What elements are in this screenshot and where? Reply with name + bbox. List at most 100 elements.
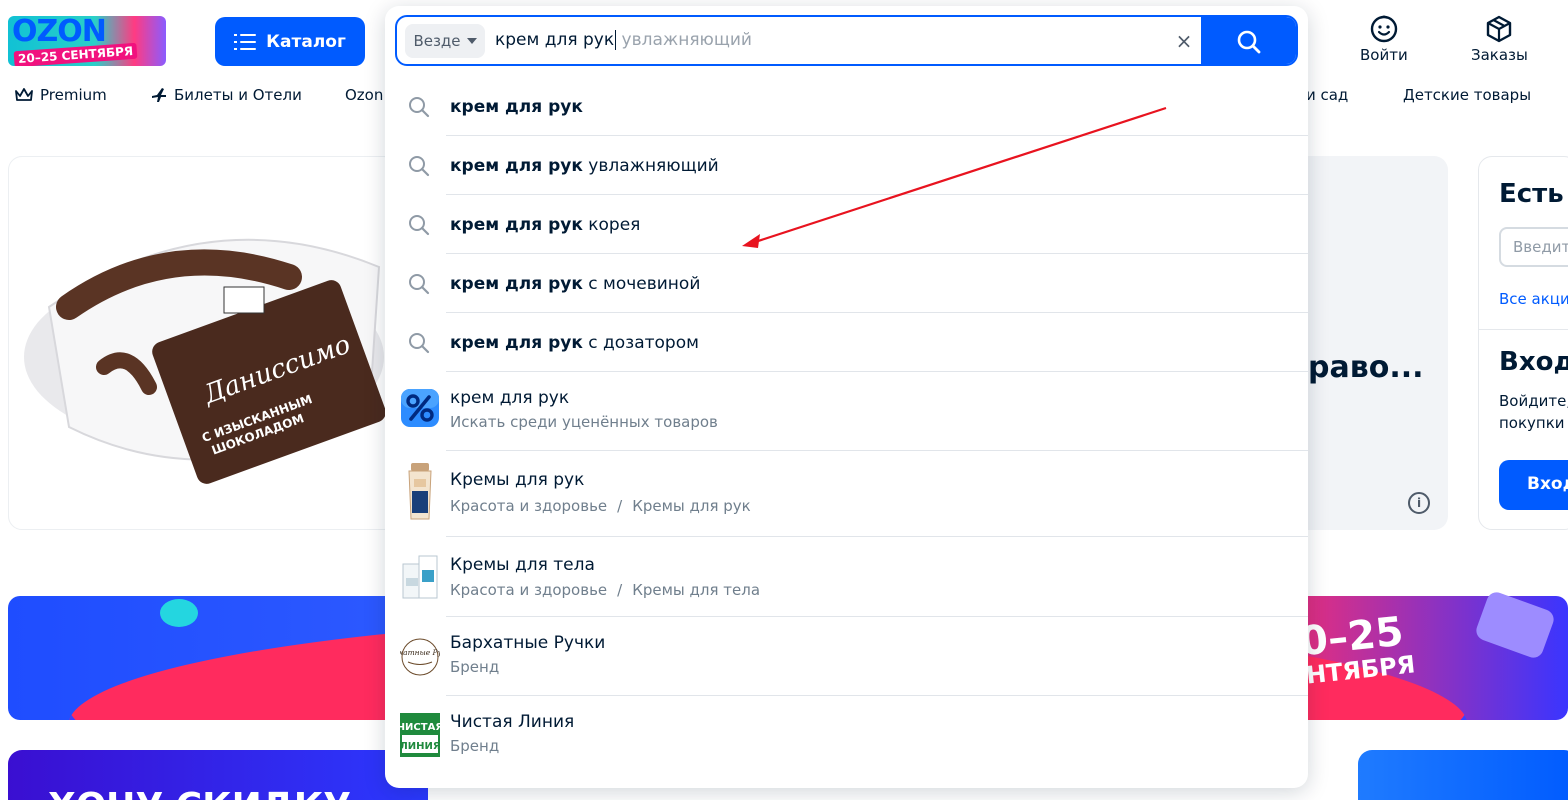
promo-card-want-discount[interactable]: ХОЧУ СКИДКУ bbox=[8, 750, 428, 800]
suggestion-match: крем для рук bbox=[450, 273, 583, 294]
promo-card-text: ХОЧУ СКИДКУ bbox=[48, 786, 351, 800]
breadcrumb-current: Кремы для тела bbox=[632, 581, 761, 599]
all-promos-link[interactable]: Все акци bbox=[1499, 290, 1568, 308]
brand-logo-text-line2: ЛИНИЯ bbox=[400, 741, 440, 752]
suggestion-item[interactable]: крем для рук с дозатором bbox=[385, 313, 1308, 372]
side-panel: Есть Введит Все акци Вход Войдите, покуп… bbox=[1478, 156, 1568, 530]
suggestion-match: крем для рук bbox=[450, 155, 583, 176]
nav-kids[interactable]: Детские товары bbox=[1403, 86, 1531, 104]
banner-pill-shape bbox=[160, 599, 198, 627]
login-label: Войти bbox=[1360, 46, 1408, 64]
brand-logo-text-line1: ЧИСТАЯ bbox=[400, 722, 440, 733]
side-login-button[interactable]: Вход bbox=[1499, 460, 1568, 510]
login-panel-text: Войдите, покупки bbox=[1499, 390, 1568, 434]
chevron-down-icon bbox=[466, 38, 477, 44]
suggestion-category[interactable]: Кремы для рук Красота и здоровье / Кремы д… bbox=[385, 451, 1308, 537]
nav-ozon-label: Ozon bbox=[345, 86, 384, 104]
suggestion-title: Кремы для рук bbox=[450, 470, 585, 490]
logo-wordmark: OZON bbox=[12, 16, 107, 49]
suggestion-breadcrumb: Красота и здоровье / Кремы для рук bbox=[450, 497, 751, 515]
nav-tickets-label: Билеты и Отели bbox=[174, 86, 302, 104]
breadcrumb-separator: / bbox=[617, 497, 623, 515]
suggestion-text: крем для рук с дозатором bbox=[450, 333, 699, 353]
body-cream-box-thumbnail bbox=[402, 555, 438, 599]
login-panel-title: Вход bbox=[1499, 347, 1568, 377]
suggestion-category[interactable]: Кремы для тела Красота и здоровье / Кремы … bbox=[385, 537, 1308, 617]
search-button[interactable] bbox=[1201, 17, 1296, 64]
catalog-button-label: Каталог bbox=[266, 31, 346, 52]
banner-title-partial: раво... bbox=[1308, 350, 1424, 385]
suggestion-rest: с дозатором bbox=[582, 332, 699, 353]
qr-code bbox=[223, 286, 265, 314]
promo-card-right[interactable] bbox=[1358, 750, 1568, 800]
nav-kids-label: Детские товары bbox=[1403, 86, 1532, 104]
suggestion-title: крем для рук bbox=[450, 388, 570, 408]
suggestion-item[interactable]: крем для рук bbox=[385, 77, 1308, 136]
discount-percent-icon bbox=[401, 389, 439, 427]
login-panel-text-line2: покупки bbox=[1499, 414, 1565, 432]
search-icon bbox=[409, 274, 430, 295]
nav-premium[interactable]: Premium bbox=[14, 86, 107, 104]
breadcrumb-parent: Красота и здоровье bbox=[450, 581, 608, 599]
suggestion-rest: корея bbox=[582, 214, 641, 235]
breadcrumb-separator: / bbox=[617, 581, 623, 599]
nav-ozon[interactable]: Ozon bbox=[345, 86, 383, 104]
suggestion-match: крем для рук bbox=[450, 214, 583, 235]
crown-icon bbox=[15, 88, 33, 101]
search-icon bbox=[409, 156, 430, 177]
nav-tickets[interactable]: Билеты и Отели bbox=[150, 86, 302, 104]
search-icon bbox=[1237, 30, 1261, 53]
suggestion-title: Бархатные Ручки bbox=[450, 633, 606, 653]
suggestion-match: крем для рук bbox=[450, 96, 583, 117]
search-scope-select[interactable]: Везде bbox=[405, 24, 485, 58]
catalog-button[interactable]: Каталог bbox=[215, 17, 365, 66]
user-face-icon bbox=[1370, 15, 1398, 43]
suggestion-item[interactable]: крем для рук увлажняющий bbox=[385, 136, 1308, 195]
suggestion-brand[interactable]: ЧИСТАЯ ЛИНИЯ Чистая Линия Бренд bbox=[385, 696, 1308, 776]
suggestion-brand[interactable]: Бархатные Ручки Бархатные Ручки Бренд bbox=[385, 617, 1308, 696]
promo-code-input[interactable]: Введит bbox=[1499, 227, 1568, 267]
login-button[interactable]: Войти bbox=[1360, 14, 1408, 64]
search-bar: Везде крем для рук увлажняющий × bbox=[395, 15, 1298, 66]
clear-search-icon[interactable]: × bbox=[1173, 31, 1195, 53]
hero-product-image[interactable]: Даниссимо С ИЗЫСКАННЫМ ШОКОЛАДОМ bbox=[8, 156, 398, 530]
search-icon bbox=[409, 333, 430, 354]
ozon-logo[interactable]: OZON 20–25 СЕНТЯБРЯ bbox=[8, 16, 166, 66]
suggestion-text: крем для рук bbox=[450, 97, 583, 117]
suggestion-title: Кремы для тела bbox=[450, 555, 595, 575]
brand-logo-chistaya-liniya: ЧИСТАЯ ЛИНИЯ bbox=[400, 713, 440, 757]
box-icon bbox=[1487, 15, 1512, 43]
side-divider bbox=[1479, 329, 1568, 330]
suggestion-subtitle: Бренд bbox=[450, 658, 500, 676]
brand-logo-barkhatnye-ruchki: Бархатные Ручки bbox=[400, 638, 440, 676]
breadcrumb-parent: Красота и здоровье bbox=[450, 497, 608, 515]
search-icon bbox=[409, 97, 430, 118]
brand-logo-text: Бархатные Ручки bbox=[400, 648, 440, 657]
nav-premium-label: Premium bbox=[40, 86, 107, 104]
suggestion-item[interactable]: крем для рук с мочевиной bbox=[385, 254, 1308, 313]
suggestion-subtitle: Искать среди уценённых товаров bbox=[450, 413, 718, 431]
menu-icon bbox=[234, 33, 257, 50]
breadcrumb-current: Кремы для рук bbox=[632, 497, 751, 515]
orders-label: Заказы bbox=[1471, 46, 1528, 64]
suggestion-rest: с мочевиной bbox=[582, 273, 701, 294]
hand-cream-tube-thumbnail bbox=[408, 463, 432, 520]
suggestion-text: крем для рук увлажняющий bbox=[450, 156, 719, 176]
search-query-text: крем для рук bbox=[495, 30, 617, 50]
info-icon[interactable]: i bbox=[1408, 492, 1430, 514]
yogurt-product-picture: Даниссимо С ИЗЫСКАННЫМ ШОКОЛАДОМ bbox=[24, 238, 386, 484]
suggestion-item[interactable]: крем для рук корея bbox=[385, 195, 1308, 254]
suggestion-breadcrumb: Красота и здоровье / Кремы для тела bbox=[450, 581, 760, 599]
suggestion-subtitle: Бренд bbox=[450, 737, 500, 755]
search-autocomplete-hint: увлажняющий bbox=[616, 30, 752, 50]
suggestion-text: крем для рук корея bbox=[450, 215, 640, 235]
plane-icon bbox=[152, 88, 166, 102]
search-scope-label: Везде bbox=[413, 32, 461, 50]
search-icon bbox=[409, 215, 430, 236]
suggestion-discounted[interactable]: крем для рук Искать среди уценённых това… bbox=[385, 372, 1308, 451]
orders-button[interactable]: Заказы bbox=[1471, 14, 1528, 64]
suggestion-title: Чистая Линия bbox=[450, 712, 575, 732]
search-input[interactable]: крем для рук увлажняющий bbox=[495, 30, 752, 50]
suggestion-rest: увлажняющий bbox=[582, 155, 719, 176]
suggestion-text: крем для рук с мочевиной bbox=[450, 274, 700, 294]
